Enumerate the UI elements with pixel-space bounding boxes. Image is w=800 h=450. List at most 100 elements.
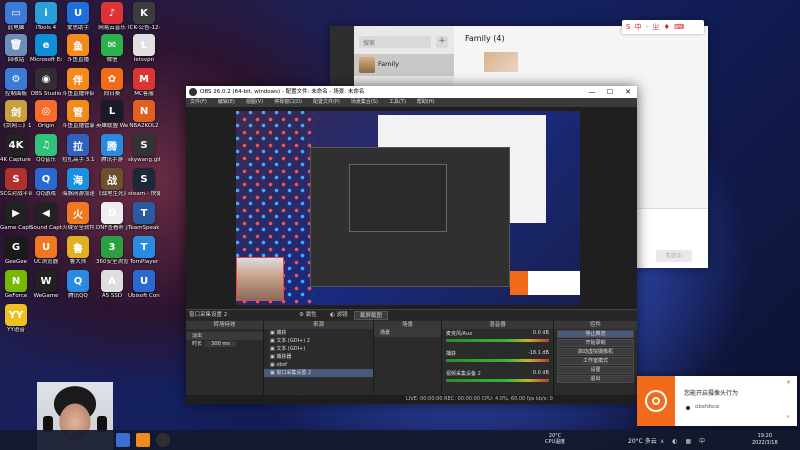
menu-item[interactable]: 停靠窗口(D) (270, 98, 309, 107)
desktop-icon[interactable]: N GeForce (0, 270, 32, 300)
notification-close-icon[interactable]: ✕ (786, 379, 791, 386)
volume-meter[interactable] (446, 339, 549, 342)
temperature-label[interactable]: 20°C 多云 (628, 436, 657, 445)
control-button[interactable]: 工作室模式 (557, 357, 634, 365)
desktop-icon[interactable]: Sskywang.gif (128, 134, 160, 164)
desktop-icon[interactable]: 腾腾讯手游 (96, 134, 128, 164)
desktop-icon[interactable]: 🗑 回收站 (0, 34, 32, 64)
desktop-icon[interactable]: ▭ 此电脑 (0, 2, 32, 32)
notification-more-icon[interactable]: ∨ (786, 414, 790, 420)
desktop-icon[interactable]: eMicrosoft Edge (30, 34, 62, 64)
control-button[interactable]: 设置 (557, 366, 634, 374)
mixer-channel[interactable]: 视频采集设备 2 0.0 dB (442, 369, 553, 389)
volume-meter[interactable] (446, 359, 549, 362)
source-item[interactable]: ▣ 捕获 (264, 329, 373, 337)
minimize-button[interactable]: — (583, 86, 601, 98)
desktop-icon[interactable]: ✉ 微信 (96, 34, 128, 64)
taskbar-app-icon[interactable] (136, 433, 150, 447)
desktop-icon[interactable]: Lletsvpn (128, 34, 160, 64)
wechat-search-input[interactable]: 搜索 (359, 36, 431, 48)
weather-widget[interactable]: 20°C CPU温度 (545, 433, 565, 445)
preview-webcam-source[interactable] (236, 257, 284, 301)
desktop-icon[interactable]: G GeeGee (0, 236, 32, 266)
filters-button[interactable]: ◐ 滤镜 (330, 310, 348, 321)
desktop-icon[interactable]: UUbisoft Connect (128, 270, 160, 300)
send-button[interactable]: 发送(S) (656, 250, 692, 262)
system-tray[interactable]: ∧ ◐ ▦ 中 (660, 436, 708, 445)
properties-button[interactable]: ⚙ 属性 (299, 310, 317, 321)
chat-image-message[interactable] (484, 52, 518, 72)
control-button[interactable]: 停止推流 (557, 330, 634, 338)
desktop-icon[interactable]: ✿ 向日葵 (96, 68, 128, 98)
desktop-icon[interactable]: U UC浏览器 (30, 236, 62, 266)
mixer-channel[interactable]: 麦克风/Aux 0.0 dB (442, 329, 553, 349)
desktop-icon[interactable]: ⚙ 控制面板 (0, 68, 32, 98)
desktop-icon[interactable]: 海海豚网游加速器 (62, 168, 94, 198)
desktop-icon[interactable]: 伴斗鱼直播伴侣 (62, 68, 94, 98)
desktop-icon[interactable]: A AS SSD (96, 270, 128, 300)
desktop-icon[interactable]: Ssteam - 快捷方式 (128, 168, 160, 198)
desktop-icon[interactable]: 管斗鱼直播管家 (62, 100, 94, 130)
taskbar-clock[interactable]: 19:20 2022/3/18 (752, 433, 778, 446)
source-item[interactable]: ▣ 窗口采集设置 2 (264, 369, 373, 377)
desktop-icon[interactable]: W WeGame (30, 270, 62, 300)
desktop-icon[interactable]: M MC客服 (128, 68, 160, 98)
desktop-icon[interactable]: 拉拉扎高手 3.1 (62, 134, 94, 164)
control-button[interactable]: 开始录制 (557, 339, 634, 347)
source-item[interactable]: ▣ obsf (264, 361, 373, 369)
desktop-icon[interactable]: ◀Sound Capture (30, 202, 62, 232)
control-button[interactable]: 退出 (557, 375, 634, 383)
desktop-icon[interactable]: 剑《剑网三》1 (0, 100, 32, 130)
desktop-icon[interactable]: T TomPlayer (128, 236, 160, 266)
desktop-icon[interactable]: ▶Game Capture HD (0, 202, 32, 232)
desktop-icon[interactable]: S SCG对战平台 (0, 168, 32, 198)
menu-item[interactable]: 文件(F) (186, 98, 214, 107)
chat-list-item[interactable]: Family (354, 54, 454, 76)
desktop-icon[interactable]: 鱼斗鱼直播 (62, 34, 94, 64)
control-button[interactable]: 启动虚拟摄像机 (557, 348, 634, 356)
obs-preview-canvas[interactable] (186, 107, 637, 309)
desktop-icon[interactable]: 4K4K Capture Utility (0, 134, 32, 164)
desktop-icon[interactable]: 火火绒安全软件 (62, 202, 94, 232)
menu-item[interactable]: 配置文件(P) (309, 98, 347, 107)
menu-item[interactable]: 编辑(E) (214, 98, 242, 107)
close-button[interactable]: ✕ (619, 86, 637, 98)
obs-window[interactable]: OBS 26.0.2 (64-bit, windows) - 配置文件: 未命名… (186, 86, 637, 404)
obs-titlebar[interactable]: OBS 26.0.2 (64-bit, windows) - 配置文件: 未命名… (186, 86, 637, 98)
taskbar-app-icon[interactable] (116, 433, 130, 447)
desktop-icon[interactable]: YY YY语音 (0, 304, 32, 334)
desktop-icon[interactable]: ♪ 网易云音乐 (96, 2, 128, 32)
desktop-icon[interactable]: 鲁鲁大师 (62, 236, 94, 266)
menu-item[interactable]: 视图(V) (242, 98, 270, 107)
taskbar-obs-icon[interactable] (156, 433, 170, 447)
ime-toolbar[interactable]: S 中 · ㄓ ♦ ⌨ (622, 20, 704, 34)
desktop-icon[interactable]: U 爱思助手 (62, 2, 94, 32)
source-item[interactable]: ▣ 文本 (GDI+) (264, 345, 373, 353)
desktop-icon[interactable]: ◎ Origin (30, 100, 62, 130)
desktop-icon[interactable]: Q 腾讯QQ (62, 270, 94, 300)
desktop-icon[interactable]: L英雄联盟 WeGame版 (96, 100, 128, 130)
transition-duration[interactable]: 时长 300 ms (186, 340, 263, 348)
desktop-icon[interactable]: ♫ QQ音乐 (30, 134, 62, 164)
menu-item[interactable]: 帮助(H) (413, 98, 442, 107)
transition-select[interactable]: 淡出 (186, 332, 263, 340)
desktop-icon[interactable]: ◉ OBS Studio (30, 68, 62, 98)
desktop-icon[interactable]: 3 360安全浏览 (96, 236, 128, 266)
maximize-button[interactable]: ☐ (601, 86, 619, 98)
desktop-icon[interactable]: D DNF查看补丁 (96, 202, 128, 232)
desktop-icon[interactable]: KICK-公告-12-10.exe (128, 2, 160, 32)
volume-meter[interactable] (446, 379, 549, 382)
desktop-icon[interactable]: Q QQ游戏 (30, 168, 62, 198)
screenshot-button[interactable]: 截屏截图 (354, 311, 389, 320)
mixer-channel[interactable]: 捕获 -18.1 dB (442, 349, 553, 369)
camera-notification[interactable]: 您能开启摄像头行为 obsfdsce ✕ ∨ (637, 376, 797, 426)
source-item[interactable]: ▣ 文本 (GDI+) 2 (264, 337, 373, 345)
desktop-icon[interactable]: 战《战地生死》IDM联盟 (96, 168, 128, 198)
menu-item[interactable]: 场景集合(S) (347, 98, 385, 107)
desktop-icon[interactable]: N NBA2KOL2 (128, 100, 160, 130)
desktop-icon[interactable]: i iTools 4 (30, 2, 62, 32)
desktop-icon[interactable]: TTeamSpeak 3 (128, 202, 160, 232)
add-chat-button[interactable]: + (436, 36, 448, 48)
menu-item[interactable]: 工具(T) (385, 98, 413, 107)
scene-item[interactable]: 场景 (374, 329, 441, 337)
